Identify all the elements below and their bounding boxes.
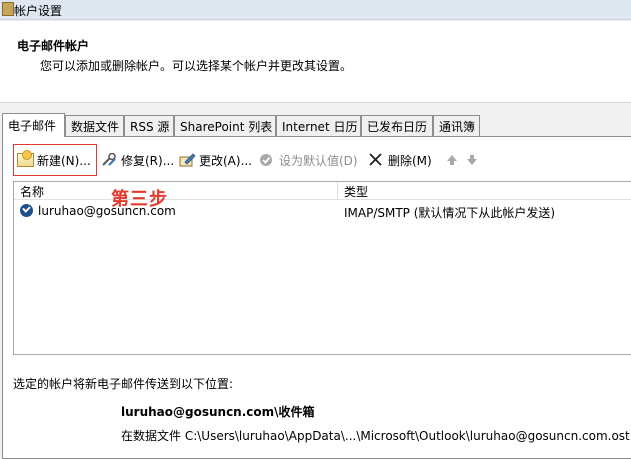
step-annotation: 第三步	[111, 189, 168, 210]
close-icon	[368, 153, 385, 167]
set-default-button-label: 设为默认值(D)	[279, 153, 358, 168]
default-account-check-icon	[20, 204, 33, 217]
column-header-type[interactable]: 类型	[344, 183, 368, 200]
table-row[interactable]: luruhao@gosuncn.com IMAP/SMTP (默认情况下从此帐户…	[14, 202, 631, 220]
set-default-button[interactable]: 设为默认值(D)	[259, 149, 358, 171]
tab-internet-calendar[interactable]: Internet 日历	[276, 115, 361, 136]
check-circle-icon	[259, 153, 276, 167]
tab-rss[interactable]: RSS 源	[124, 115, 174, 136]
delivery-location: luruhao@gosuncn.com\收件箱	[121, 405, 315, 419]
column-header-name[interactable]: 名称	[20, 183, 44, 200]
list-header: 名称 类型	[14, 182, 631, 200]
move-down-button[interactable]	[465, 149, 485, 171]
change-button-label: 更改(A)...	[199, 153, 253, 168]
tab-address-book[interactable]: 通讯簿	[433, 115, 480, 136]
change-button[interactable]: 更改(A)...	[179, 149, 252, 171]
section-title: 电子邮件帐户	[17, 39, 90, 53]
tab-sharepoint[interactable]: SharePoint 列表	[174, 115, 276, 136]
tab-strip: 电子邮件 数据文件 RSS 源 SharePoint 列表 Internet 日…	[2, 113, 631, 137]
title-bar: 帐户设置	[0, 0, 631, 20]
delete-button-label: 删除(M)	[388, 153, 432, 168]
tab-published-calendar[interactable]: 已发布日历	[361, 115, 433, 136]
header-panel: 电子邮件帐户 您可以添加或删除帐户。可以选择某个帐户并更改其设置。	[0, 21, 631, 103]
tab-data-files[interactable]: 数据文件	[65, 115, 124, 136]
delivery-path: 在数据文件 C:\Users\luruhao\AppData\...\Micro…	[121, 429, 631, 443]
move-up-button[interactable]	[445, 149, 465, 171]
account-type: IMAP/SMTP (默认情况下从此帐户发送)	[344, 206, 556, 220]
new-button[interactable]: 新建(N)...	[17, 149, 91, 171]
window-title: 帐户设置	[14, 4, 63, 18]
toolbar: 新建(N)... 修复(R)... 更改(A)... 设为默认值(D) 删除(M	[13, 144, 613, 176]
account-list[interactable]: 名称 类型 luruhao@gosuncn.com IMAP/SMTP (默认情…	[13, 181, 631, 355]
new-button-label: 新建(N)...	[37, 153, 91, 168]
new-account-icon	[17, 150, 34, 167]
repair-button[interactable]: 修复(R)...	[101, 149, 174, 171]
edit-card-icon	[179, 153, 196, 167]
tab-email[interactable]: 电子邮件	[2, 113, 65, 137]
tools-icon	[101, 153, 118, 167]
arrow-up-icon	[445, 153, 462, 167]
email-tab-panel: 新建(N)... 修复(R)... 更改(A)... 设为默认值(D) 删除(M	[2, 136, 631, 459]
delete-button[interactable]: 删除(M)	[368, 149, 432, 171]
section-description: 您可以添加或删除帐户。可以选择某个帐户并更改其设置。	[40, 59, 353, 73]
app-icon	[2, 2, 14, 16]
delivery-label: 选定的帐户将新电子邮件传送到以下位置:	[13, 377, 234, 391]
repair-button-label: 修复(R)...	[121, 153, 175, 168]
arrow-down-icon	[465, 153, 482, 167]
column-divider	[337, 182, 338, 200]
